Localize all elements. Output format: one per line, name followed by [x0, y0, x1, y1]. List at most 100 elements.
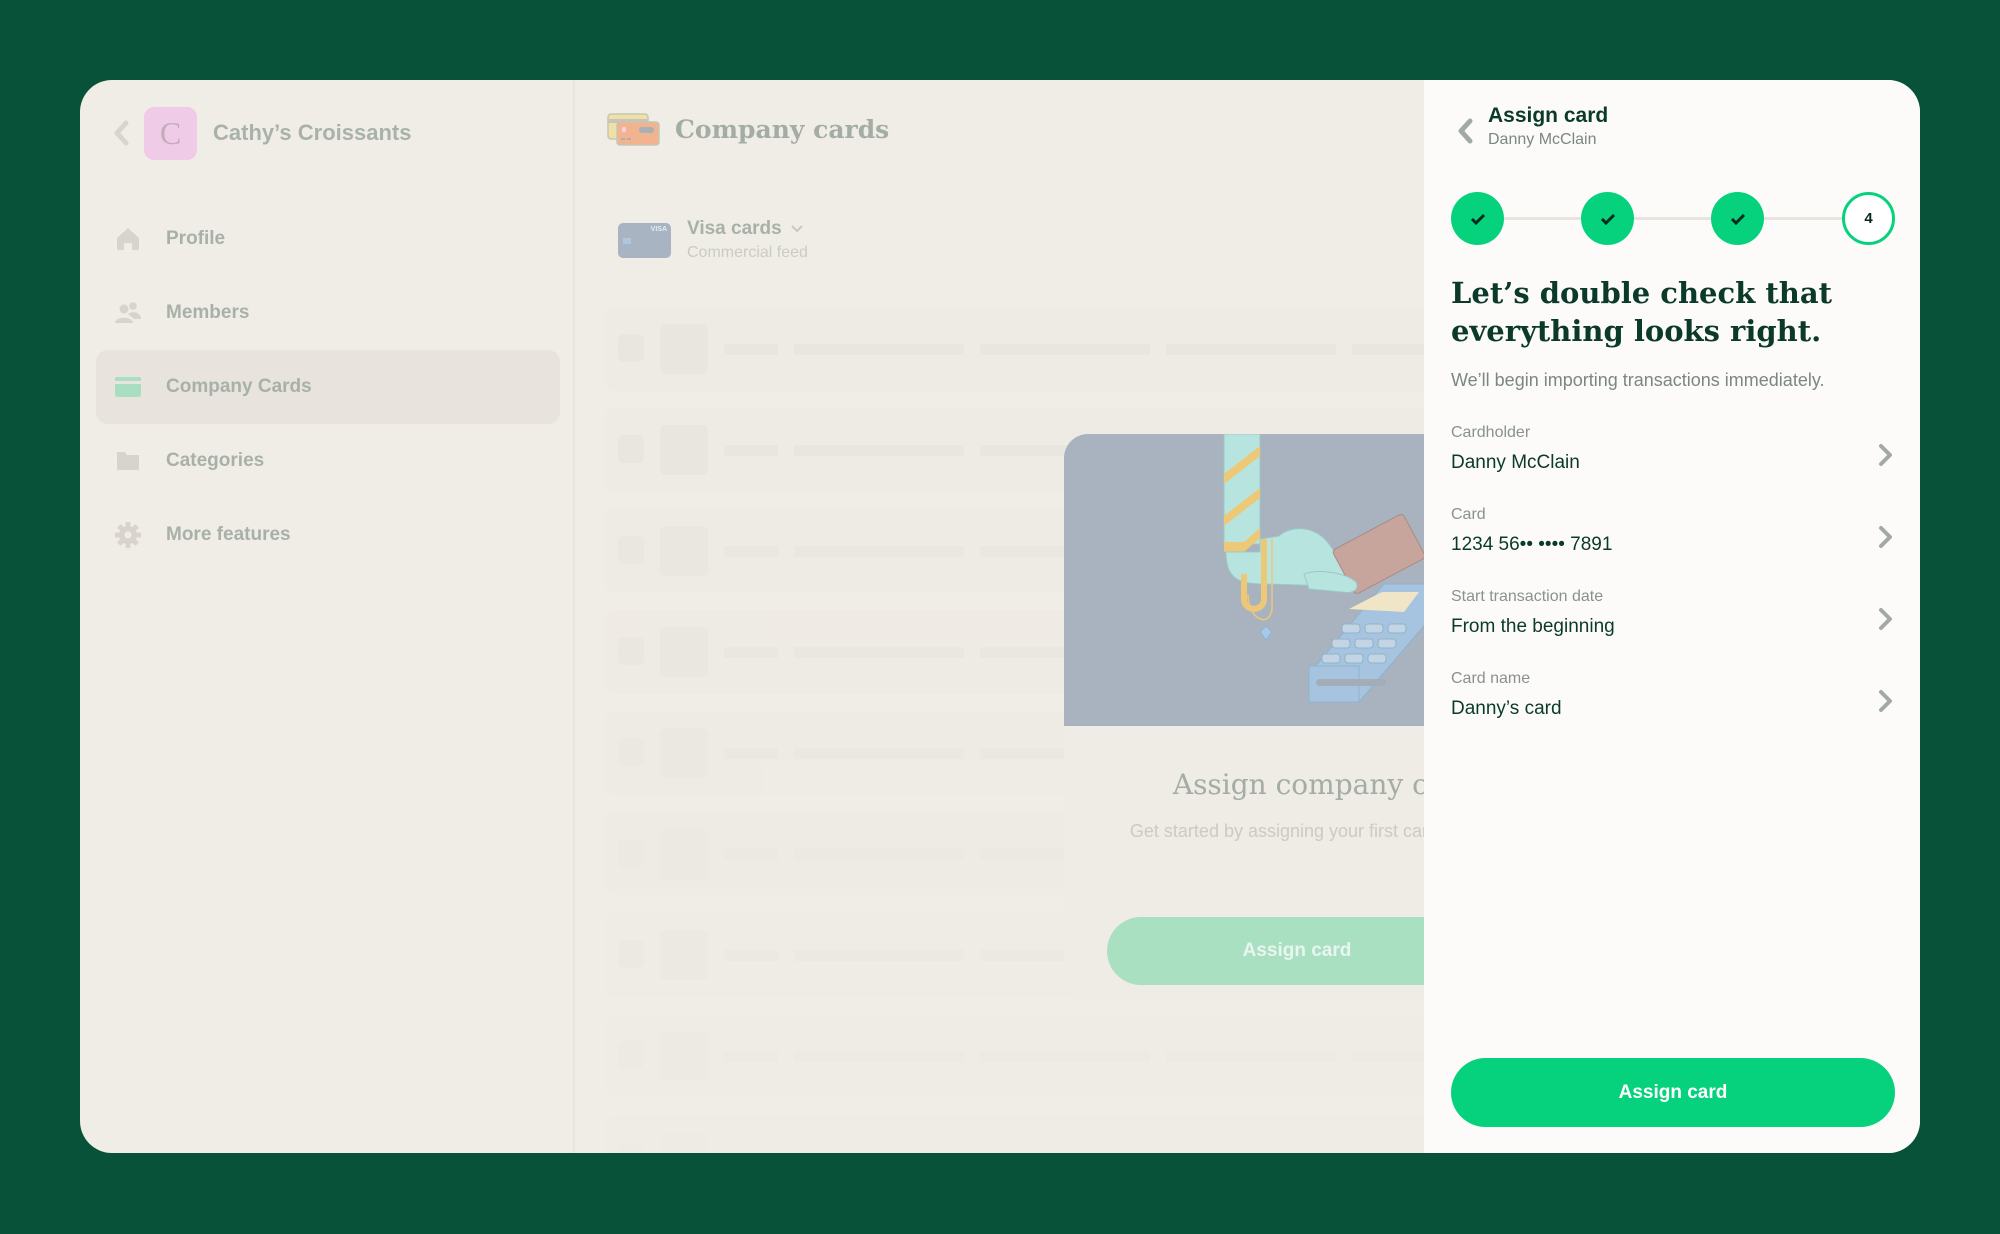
- review-list: Cardholder Danny McClain Card 1234 56•• …: [1451, 420, 1895, 748]
- skeleton-thumbnail: [660, 829, 708, 879]
- back-chevron-icon[interactable]: [110, 118, 132, 148]
- field-label: Cardholder: [1451, 424, 1531, 441]
- chevron-right-icon: [1879, 690, 1892, 712]
- sidebar-item-label: Profile: [166, 228, 226, 249]
- field-value: Danny McClain: [1451, 452, 1580, 473]
- check-icon: [1470, 213, 1485, 225]
- panel-subtitle: Danny McClain: [1488, 131, 1597, 148]
- chevron-right-icon: [1879, 526, 1892, 548]
- field-label: Card: [1451, 506, 1486, 523]
- people-icon: [114, 299, 142, 327]
- field-value: 1234 56•• •••• 7891: [1451, 534, 1613, 555]
- skeleton-bar: [724, 1152, 778, 1153]
- skeleton-bar: [724, 950, 778, 961]
- skeleton-checkbox: [618, 637, 644, 665]
- chevron-right-icon: [1879, 608, 1892, 630]
- skeleton-checkbox: [618, 435, 644, 463]
- chevron-right-icon: [1879, 444, 1892, 466]
- skeleton-bar: [794, 647, 964, 658]
- page-header: Company cards: [607, 112, 889, 146]
- skeleton-bar: [794, 1051, 964, 1062]
- stepper-track: [1477, 217, 1869, 220]
- skeleton-thumbnail: [660, 930, 708, 980]
- sidebar-item-profile[interactable]: Profile: [96, 202, 560, 276]
- progress-stepper: 4: [1451, 192, 1895, 245]
- skeleton-bar: [724, 849, 778, 860]
- skeleton-thumbnail: [660, 324, 708, 374]
- panel-title-group: Assign card Danny McClain: [1488, 104, 1608, 149]
- field-label: Start transaction date: [1451, 588, 1604, 605]
- field-label: Card name: [1451, 670, 1531, 687]
- skeleton-bar: [724, 647, 778, 658]
- review-item-card[interactable]: Card 1234 56•• •••• 7891: [1451, 502, 1895, 584]
- feed-subtitle: Commercial feed: [687, 244, 808, 261]
- skeleton-thumbnail: [660, 425, 708, 475]
- company-cards-icon: [607, 113, 660, 146]
- feed-title: Visa cards: [687, 218, 808, 240]
- review-item-start-date[interactable]: Start transaction date From the beginnin…: [1451, 584, 1895, 666]
- skeleton-bar: [724, 1051, 778, 1062]
- sidebar-item-members[interactable]: Members: [96, 276, 560, 350]
- field-value: Danny’s card: [1451, 698, 1562, 719]
- skeleton-checkbox: [618, 1142, 644, 1153]
- workspace-header: C Cathy’s Croissants: [110, 106, 411, 160]
- step-4-current: 4: [1842, 192, 1895, 245]
- sidebar-item-label: Company Cards: [166, 376, 312, 397]
- button-label: Assign card: [1242, 940, 1352, 961]
- skeleton-bar: [794, 344, 964, 355]
- folder-icon: [114, 447, 142, 475]
- skeleton-bar: [724, 445, 778, 456]
- skeleton-checkbox: [618, 839, 644, 867]
- assign-card-button[interactable]: Assign card: [1451, 1058, 1895, 1127]
- skeleton-checkbox: [618, 334, 644, 362]
- app-window: C Cathy’s Croissants Profile Members Com…: [80, 80, 1920, 1153]
- review-item-cardholder[interactable]: Cardholder Danny McClain: [1451, 420, 1895, 502]
- home-icon: [114, 225, 142, 253]
- skeleton-bar: [724, 344, 778, 355]
- workspace-avatar[interactable]: C: [144, 106, 197, 160]
- visa-card-icon: VISA: [618, 222, 671, 258]
- page-title: Company cards: [675, 114, 890, 144]
- feed-title-label: Visa cards: [687, 218, 782, 239]
- skeleton-bar: [1166, 1051, 1336, 1062]
- skeleton-bar: [980, 1051, 1150, 1062]
- review-item-card-name[interactable]: Card name Danny’s card: [1451, 666, 1895, 748]
- step-number: 4: [1864, 210, 1873, 227]
- sidebar-item-more-features[interactable]: More features: [96, 498, 560, 572]
- sidebar-nav: Profile Members Company Cards Categories: [96, 202, 560, 572]
- workspace-name: Cathy’s Croissants: [213, 120, 412, 145]
- skeleton-bar: [980, 1152, 1150, 1153]
- skeleton-bar: [794, 849, 964, 860]
- review-heading: Let’s double check that everything looks…: [1451, 276, 1833, 348]
- card-chip: [623, 237, 631, 244]
- skeleton-thumbnail: [660, 728, 708, 778]
- step-2-complete: [1581, 192, 1634, 245]
- credit-card-icon: [114, 373, 142, 401]
- check-icon: [1730, 213, 1745, 225]
- skeleton-bar: [724, 546, 778, 557]
- skeleton-bar: [794, 950, 964, 961]
- feed-selector[interactable]: VISA Visa cards Commercial feed: [618, 218, 808, 262]
- chevron-down-icon: [791, 225, 803, 233]
- step-1-complete: [1451, 192, 1504, 245]
- panel-title: Assign card: [1488, 104, 1609, 127]
- sidebar-item-label: More features: [166, 524, 291, 545]
- card-brand-label: VISA: [650, 225, 667, 233]
- skeleton-thumbnail: [660, 1132, 708, 1153]
- skeleton-bar: [794, 748, 964, 759]
- sidebar: C Cathy’s Croissants Profile Members Com…: [80, 80, 575, 1153]
- back-chevron-icon[interactable]: [1454, 116, 1476, 146]
- main-content: Company cards VISA Visa cards Commercial…: [577, 80, 1604, 1153]
- gear-icon: [114, 521, 142, 549]
- skeleton-bar: [794, 546, 964, 557]
- sidebar-item-label: Members: [166, 302, 250, 323]
- sidebar-item-categories[interactable]: Categories: [96, 424, 560, 498]
- skeleton-thumbnail: [660, 627, 708, 677]
- skeleton-checkbox: [618, 1041, 644, 1069]
- skeleton-checkbox: [618, 536, 644, 564]
- skeleton-bar: [794, 1152, 964, 1153]
- feed-text: Visa cards Commercial feed: [687, 218, 808, 262]
- sidebar-item-company-cards[interactable]: Company Cards: [96, 350, 560, 424]
- check-icon: [1600, 213, 1615, 225]
- skeleton-checkbox: [618, 940, 644, 968]
